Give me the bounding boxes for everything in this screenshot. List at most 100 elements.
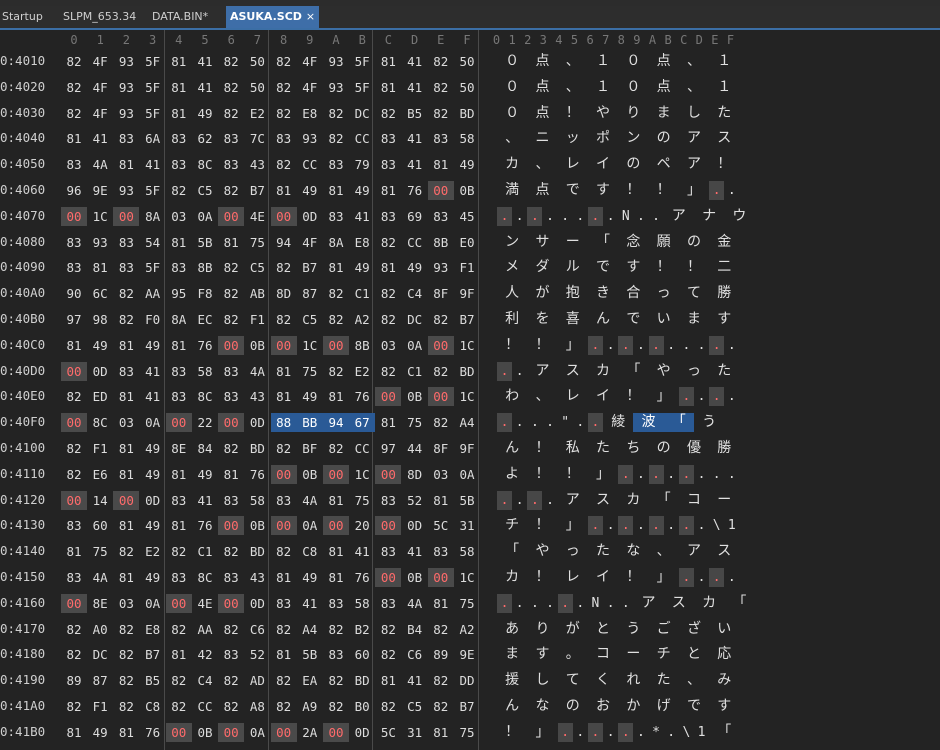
hex-byte[interactable]: ED xyxy=(87,387,113,406)
hex-byte[interactable]: 82 xyxy=(428,413,454,432)
hex-byte[interactable]: 83 xyxy=(61,516,87,535)
text-char[interactable]: . xyxy=(557,593,573,613)
text-char[interactable]: の xyxy=(618,155,648,174)
hex-byte[interactable]: 82 xyxy=(61,439,87,458)
hex-row[interactable]: 0:4170 82 A0 82 E8 82 AA 82 C6 82 A4 82 B2 82 B4 82 A2 あり… xyxy=(0,617,940,643)
text-char[interactable]: 」 xyxy=(679,181,709,200)
hex-byte[interactable]: 82 xyxy=(375,645,401,664)
text-char[interactable]: ！ xyxy=(618,568,648,587)
hex-byte[interactable]: BD xyxy=(454,362,480,381)
hex-byte[interactable]: 0D xyxy=(244,594,270,613)
text-char[interactable]: す xyxy=(588,181,618,200)
hex-byte[interactable]: 00 xyxy=(375,464,402,484)
hex-byte[interactable]: 82 xyxy=(61,78,87,97)
text-char[interactable]: っ xyxy=(558,542,588,561)
hex-byte[interactable]: 81 xyxy=(218,233,244,252)
text-char[interactable]: が xyxy=(558,620,588,639)
hex-byte[interactable]: 82 xyxy=(323,284,349,303)
text-char[interactable]: . xyxy=(527,490,543,510)
hex-byte[interactable]: 83 xyxy=(375,129,401,148)
hex-byte[interactable]: 94 xyxy=(271,233,297,252)
hex-byte[interactable]: 03 xyxy=(113,413,139,432)
hex-byte[interactable]: BD xyxy=(349,671,375,690)
hex-byte[interactable]: 0D xyxy=(297,207,323,226)
text-char[interactable]: 念 xyxy=(618,233,648,252)
text-char[interactable]: . xyxy=(694,387,709,406)
hex-byte[interactable]: C5 xyxy=(192,181,218,200)
hex-byte[interactable]: 52 xyxy=(244,645,270,664)
text-char[interactable]: カ xyxy=(497,568,527,587)
hex-row[interactable]: 0:4140 81 75 82 E2 82 C1 82 BD 82 C8 81 41 83 41 83 58 「や… xyxy=(0,539,940,565)
hex-byte[interactable]: 5B xyxy=(192,233,218,252)
hex-byte[interactable]: BF xyxy=(297,439,323,458)
hex-byte[interactable]: 0A xyxy=(454,465,480,484)
hex-byte[interactable]: 1C xyxy=(87,207,113,226)
text-char[interactable]: い xyxy=(649,310,679,329)
text-char[interactable]: 「 xyxy=(588,233,618,252)
hex-byte[interactable]: 82 xyxy=(218,78,244,97)
text-char[interactable]: の xyxy=(558,697,588,716)
text-char[interactable]: . xyxy=(557,722,573,742)
hex-byte[interactable]: 81 xyxy=(323,542,349,561)
text-char[interactable]: か xyxy=(618,697,648,716)
hex-byte[interactable]: 83 xyxy=(428,129,454,148)
hex-byte[interactable]: 41 xyxy=(402,129,428,148)
hex-byte[interactable]: 5F xyxy=(140,78,166,97)
text-char[interactable]: カ xyxy=(497,155,527,174)
hex-byte[interactable]: 81 xyxy=(218,465,244,484)
hex-byte[interactable]: 75 xyxy=(87,542,113,561)
hex-byte[interactable]: 43 xyxy=(244,155,270,174)
text-char[interactable]: 、 xyxy=(679,52,709,71)
hex-byte[interactable]: 82 xyxy=(61,465,87,484)
hex-byte[interactable]: 83 xyxy=(166,155,192,174)
hex-byte[interactable]: DC xyxy=(349,104,375,123)
hex-byte[interactable]: 4F xyxy=(297,52,323,71)
hex-byte[interactable]: 4E xyxy=(192,594,218,613)
hex-byte[interactable]: 93 xyxy=(323,52,349,71)
text-char[interactable]: ダ xyxy=(527,258,557,277)
hex-byte[interactable]: 93 xyxy=(428,258,454,277)
hex-row[interactable]: 0:4160 00 8E 03 0A 00 4E 00 0D 83 41 83 58 83 4A 81 75..… xyxy=(0,591,940,617)
hex-byte[interactable]: 82 xyxy=(166,181,192,200)
hex-byte[interactable]: C5 xyxy=(402,697,428,716)
text-char[interactable]: な xyxy=(618,542,648,561)
text-char[interactable]: . xyxy=(664,336,679,355)
hex-byte[interactable]: F1 xyxy=(454,258,480,277)
text-char[interactable]: . xyxy=(587,516,604,536)
text-char[interactable]: 。 xyxy=(558,645,588,664)
hex-byte[interactable]: 82 xyxy=(61,52,87,71)
hex-byte[interactable]: 81 xyxy=(375,413,401,432)
hex-byte[interactable]: 81 xyxy=(271,362,297,381)
text-char[interactable]: . xyxy=(497,206,513,226)
hex-byte[interactable]: 82 xyxy=(323,104,349,123)
hex-row[interactable]: 0:4190 89 87 82 B5 82 C4 82 AD 82 EA 82 BD 81 41 82 DD 援し… xyxy=(0,668,940,694)
hex-byte[interactable]: CC xyxy=(402,233,428,252)
hex-byte[interactable]: 89 xyxy=(61,671,87,690)
hex-byte[interactable]: A9 xyxy=(297,697,323,716)
hex-byte[interactable]: 49 xyxy=(297,387,323,406)
text-char[interactable]: ス xyxy=(709,129,739,148)
hex-byte[interactable]: 49 xyxy=(349,181,375,200)
hex-byte[interactable]: 00 xyxy=(323,335,349,355)
text-char[interactable]: . xyxy=(618,594,633,613)
hex-byte[interactable]: C4 xyxy=(192,671,218,690)
hex-byte[interactable]: E2 xyxy=(140,542,166,561)
hex-byte[interactable]: 2A xyxy=(297,723,323,742)
hex-byte[interactable]: 81 xyxy=(113,465,139,484)
hex-byte[interactable]: 83 xyxy=(166,387,192,406)
text-char[interactable]: 利 xyxy=(497,310,527,329)
hex-byte[interactable]: 00 xyxy=(218,593,245,613)
text-char[interactable]: ニ xyxy=(527,129,557,148)
text-char[interactable]: す xyxy=(709,310,739,329)
hex-row[interactable]: 0:4180 82 DC 82 B7 81 42 83 52 81 5B 83 60 82 C6 89 9E ます… xyxy=(0,642,940,668)
hex-byte[interactable]: 1C xyxy=(297,336,323,355)
hex-byte[interactable]: 83 xyxy=(271,491,297,510)
hex-byte[interactable]: 82 xyxy=(428,671,454,690)
hex-byte[interactable]: 9E xyxy=(87,181,113,200)
hex-byte[interactable]: 6A xyxy=(140,129,166,148)
hex-byte[interactable]: 6C xyxy=(87,284,113,303)
hex-byte[interactable]: 82 xyxy=(428,104,454,123)
hex-byte[interactable]: E8 xyxy=(297,104,323,123)
hex-byte[interactable]: 8C xyxy=(87,413,113,432)
hex-byte[interactable]: AD xyxy=(244,671,270,690)
